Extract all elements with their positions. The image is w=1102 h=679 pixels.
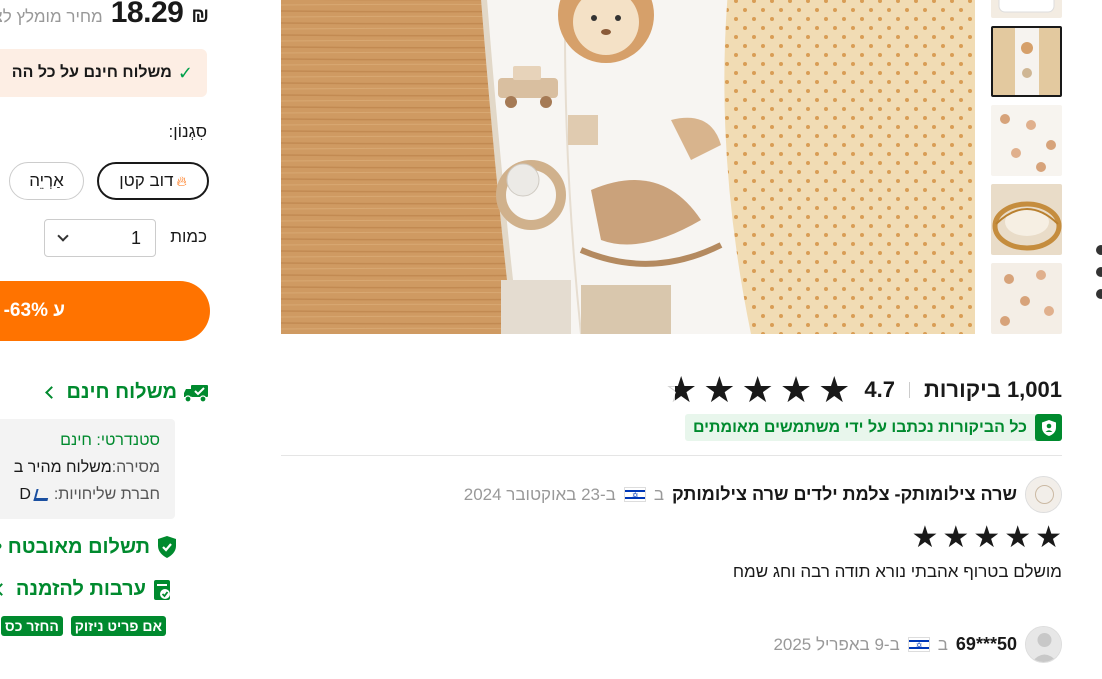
star-icon: ★ xyxy=(779,369,813,410)
reviewer-name: 50***69 xyxy=(955,634,1017,654)
reviewer-name: שרה צילומותק- צלמת ילדים שרה צילומותק xyxy=(672,484,1017,504)
secure-payment-text: תשלום מאובטח • אנ xyxy=(0,535,150,558)
buy-button[interactable]: -63% ע xyxy=(0,281,210,341)
quantity-select[interactable]: 1 xyxy=(44,219,156,257)
style-option-little-bear[interactable]: 🔥︎ דוב קטן xyxy=(97,162,209,200)
thumbnail-selected[interactable] xyxy=(991,26,1062,97)
side-menu-dots[interactable] xyxy=(1096,245,1102,311)
star-icon: ★ xyxy=(741,369,774,410)
star-icon: ★ xyxy=(911,521,939,554)
style-option-label: אַרְיֵה xyxy=(29,171,64,190)
israel-flag-icon: ✡ xyxy=(623,487,646,502)
guarantee-tags: אם פריט ניזוק החזר כס xyxy=(0,616,166,636)
star-icon: ★ xyxy=(942,521,970,554)
verified-reviews-badge: כל הביקורות נכתבו על ידי משתמשים מאומתים xyxy=(684,414,1062,441)
review-date: ב-9 באפריל 2025 xyxy=(773,634,900,654)
star-icon: ☆ ★ xyxy=(664,369,698,410)
dot-icon xyxy=(1096,245,1102,255)
chevron-down-icon xyxy=(57,230,69,242)
carrier-logo-icon xyxy=(33,488,51,501)
free-shipping-banner: ✓ משלוח חינם על כל הה xyxy=(0,49,207,97)
review-meta-prefix: ב xyxy=(653,484,664,504)
reviews-summary: 1,001 ביקורות 4.7 ☆ ★ ★ ★ ★ ★ xyxy=(665,372,1062,408)
reviews-score: 4.7 xyxy=(864,377,895,402)
guarantee-tag: החזר כס xyxy=(0,616,63,636)
israel-flag-icon: ✡ xyxy=(907,637,930,652)
free-shipping-banner-text: משלוח חינם על כל הה xyxy=(11,64,172,81)
shield-user-icon xyxy=(1035,414,1062,441)
guarantee-tag: אם פריט ניזוק xyxy=(70,616,166,636)
review-text: מושלם בטרוף אהבתי נורא תודה רבה וחג שמח xyxy=(732,562,1062,581)
thumbnail[interactable] xyxy=(991,105,1062,176)
delivery-label: מסירה: xyxy=(111,459,160,476)
flame-icon: 🔥︎ xyxy=(176,172,187,189)
product-main-image[interactable] xyxy=(281,0,975,334)
thumbnail[interactable] xyxy=(991,184,1062,255)
star-icon: ★ xyxy=(703,369,736,410)
order-guarantee-text: ערבות להזמנה xyxy=(15,578,146,600)
dot-icon xyxy=(1096,267,1102,277)
star-icon: ★ xyxy=(973,521,1001,554)
thumbnail-strip xyxy=(991,0,1062,342)
truck-icon xyxy=(184,384,208,403)
avatar xyxy=(1025,626,1062,663)
star-fill: ★ xyxy=(674,372,698,408)
verified-reviews-text: כל הביקורות נכתבו על ידי משתמשים מאומתים xyxy=(692,418,1027,436)
reviews-count[interactable]: 1,001 ביקורות xyxy=(924,377,1062,403)
review-item: 50***69 ב ✡ ב-9 באפריל 2025 xyxy=(773,626,1062,663)
review-meta-prefix: ב xyxy=(937,634,948,654)
price-row: ₪ 18.29 מחיר מומלץ לצ xyxy=(0,0,209,30)
star-icon: ★ xyxy=(818,369,851,410)
standard-shipping-value: חינם xyxy=(60,432,92,449)
price-amount: 18.29 xyxy=(110,0,184,29)
quantity-value: 1 xyxy=(130,227,141,248)
chevron-left-icon xyxy=(45,386,59,399)
guarantee-icon xyxy=(154,579,170,600)
thumbnail[interactable] xyxy=(991,263,1062,334)
dot-icon xyxy=(1096,289,1102,299)
divider xyxy=(908,382,910,398)
shield-check-icon xyxy=(158,536,176,558)
reviews-divider xyxy=(281,455,1062,456)
order-guarantee-link[interactable]: ערבות להזמנה xyxy=(0,578,174,601)
star-icon: ★ xyxy=(1004,521,1032,554)
review-rating-stars: ★ ★ ★ ★ ★ xyxy=(464,523,1062,553)
style-option-label: דוב קטן xyxy=(119,171,174,190)
secure-payment-link[interactable]: תשלום מאובטח • אנ xyxy=(0,535,178,559)
buy-button-label: -63% ע xyxy=(3,300,65,321)
price-note: מחיר מומלץ לצ xyxy=(0,7,103,26)
carrier-label: חברת שליחויות: xyxy=(53,486,160,503)
standard-shipping-label: סטנדרטי: xyxy=(96,432,160,449)
carrier-value: D xyxy=(19,486,31,503)
check-icon: ✓ xyxy=(177,62,193,83)
quantity-label: כמות xyxy=(170,227,207,246)
thumbnail[interactable] xyxy=(991,0,1062,18)
rating-stars: ☆ ★ ★ ★ ★ ★ xyxy=(665,372,850,408)
style-option-lion[interactable]: אַרְיֵה xyxy=(9,162,84,200)
review-item: שרה צילומותק- צלמת ילדים שרה צילומותק ב … xyxy=(464,476,1062,582)
chevron-left-icon xyxy=(0,583,8,596)
review-date: ב-23 באוקטובר 2024 xyxy=(463,484,616,504)
free-shipping-title: משלוח חינם xyxy=(66,381,177,403)
price-currency: ₪ xyxy=(191,5,209,27)
style-label: סִגְנוֹן: xyxy=(168,122,207,141)
product-photo xyxy=(281,0,975,334)
star-icon: ★ xyxy=(1035,521,1062,554)
avatar xyxy=(1025,476,1062,513)
shipping-details: סטנדרטי: חינם מסירה:משלוח מהיר ב חברת של… xyxy=(0,419,175,519)
free-shipping-link[interactable]: משלוח חינם xyxy=(45,381,209,404)
delivery-value: משלוח מהיר ב xyxy=(13,459,112,476)
